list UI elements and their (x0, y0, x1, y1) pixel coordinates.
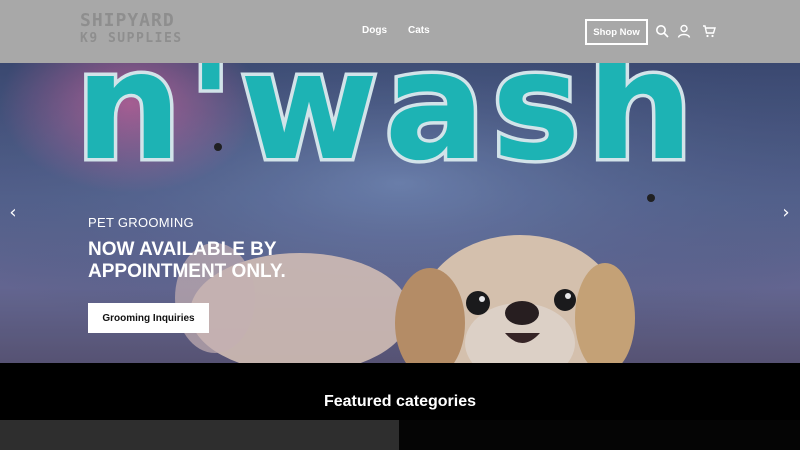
site-header: SHIPYARD K9 SUPPLIES Dogs Cats Shop Now (0, 0, 800, 63)
logo-line-2: K9 SUPPLIES (80, 31, 183, 46)
account-icon[interactable] (677, 24, 691, 38)
chevron-right-icon[interactable]: › (778, 204, 794, 222)
hero-eyebrow: PET GROOMING (88, 215, 194, 230)
grooming-inquiries-button[interactable]: Grooming Inquiries (88, 303, 209, 333)
logo-line-1: SHIPYARD (80, 10, 175, 31)
nav-link-dogs[interactable]: Dogs (362, 25, 387, 36)
chevron-left-icon[interactable]: ‹ (5, 204, 21, 222)
logo[interactable]: SHIPYARD K9 SUPPLIES (80, 12, 204, 50)
hero-slider: n'wash PET GROOMING NOW AVAILABLE BY APP… (0, 63, 800, 363)
category-tile[interactable] (0, 420, 399, 450)
nav-link-cats[interactable]: Cats (408, 25, 430, 36)
shop-now-button[interactable]: Shop Now (585, 19, 648, 45)
main-nav: Dogs Cats (362, 25, 430, 36)
hero-headline: NOW AVAILABLE BY APPOINTMENT ONLY. (88, 239, 286, 282)
cart-icon[interactable] (702, 24, 716, 38)
search-icon[interactable] (655, 24, 669, 38)
featured-categories-section: Featured categories (0, 363, 800, 450)
category-tile[interactable] (399, 420, 800, 450)
featured-categories-title: Featured categories (323, 393, 477, 410)
